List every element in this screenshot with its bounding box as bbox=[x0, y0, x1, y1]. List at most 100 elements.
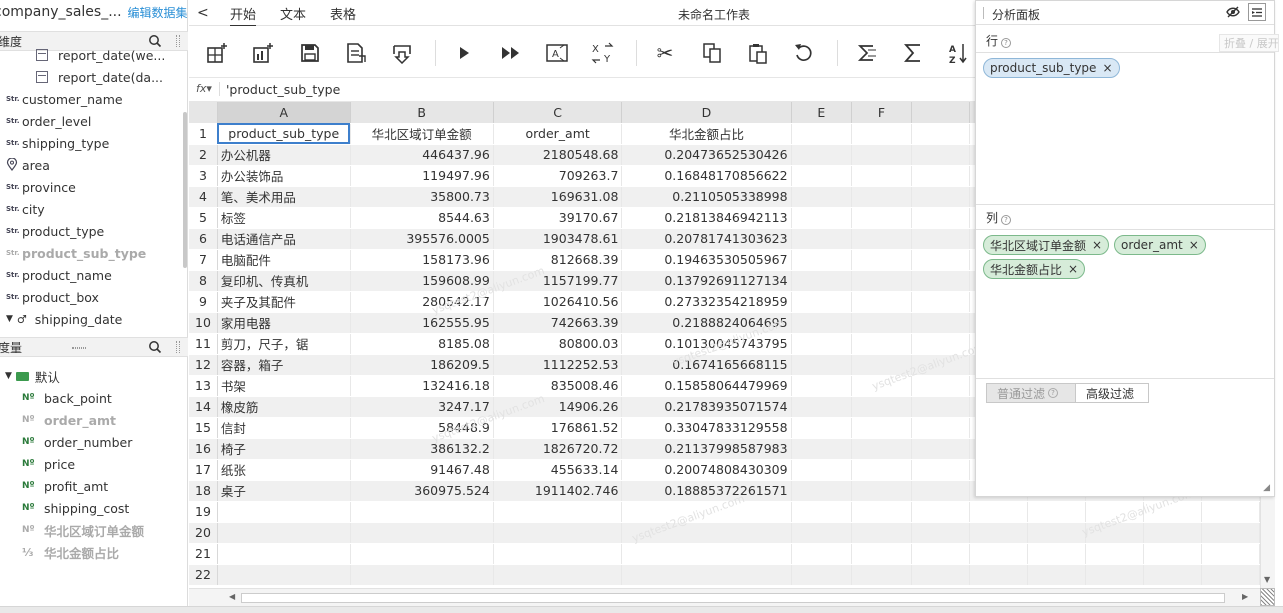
table-cell[interactable]: 电脑配件 bbox=[217, 249, 351, 271]
table-cell[interactable] bbox=[1085, 522, 1144, 544]
table-cell[interactable] bbox=[911, 144, 971, 166]
table-cell[interactable]: 159608.99 bbox=[350, 270, 494, 292]
row-header[interactable]: 4 bbox=[189, 186, 218, 208]
row-header[interactable]: 1 bbox=[189, 123, 218, 145]
tab-text[interactable]: 文本 bbox=[280, 4, 306, 23]
table-cell[interactable] bbox=[911, 438, 971, 460]
table-cell[interactable] bbox=[791, 312, 852, 334]
column-chip-north-region-order-amount[interactable]: 华北区域订单金额 × bbox=[983, 235, 1110, 255]
table-cell[interactable]: 835008.46 bbox=[493, 375, 623, 397]
table-cell[interactable]: 0.21813846942113 bbox=[621, 207, 792, 229]
table-cell[interactable] bbox=[851, 123, 913, 145]
row-header[interactable]: 3 bbox=[189, 165, 218, 187]
measure-item-north-region-order-amount[interactable]: Nº 华北区域订单金额 bbox=[0, 519, 186, 541]
table-cell[interactable]: 1826720.72 bbox=[493, 438, 623, 460]
column-chip-north-amount-ratio[interactable]: 华北金额占比 × bbox=[983, 259, 1086, 279]
table-cell[interactable]: 0.33047833129558 bbox=[621, 417, 792, 439]
normal-filter-tab[interactable]: 普通过滤? bbox=[986, 383, 1076, 403]
paste-icon[interactable] bbox=[745, 40, 771, 66]
table-cell[interactable] bbox=[851, 291, 913, 313]
row-header[interactable]: 7 bbox=[189, 249, 218, 271]
table-cell[interactable]: 办公装饰品 bbox=[217, 165, 351, 187]
grid-corner-icon[interactable] bbox=[1260, 588, 1275, 606]
date-field-item[interactable]: report_date(da... bbox=[0, 66, 186, 88]
table-cell[interactable] bbox=[1027, 522, 1086, 544]
table-cell[interactable] bbox=[851, 438, 913, 460]
table-cell[interactable] bbox=[350, 501, 494, 523]
table-cell[interactable] bbox=[791, 522, 852, 544]
row-chip-product-sub-type[interactable]: product_sub_type × bbox=[983, 58, 1120, 78]
table-cell[interactable] bbox=[851, 270, 913, 292]
table-cell[interactable] bbox=[791, 228, 852, 250]
table-cell[interactable] bbox=[851, 207, 913, 229]
table-cell[interactable]: 家用电器 bbox=[217, 312, 351, 334]
subtotal-icon[interactable] bbox=[854, 40, 880, 66]
table-cell[interactable] bbox=[791, 375, 852, 397]
tab-start[interactable]: 开始 bbox=[230, 4, 257, 27]
table-cell[interactable]: 0.20781741303623 bbox=[621, 228, 792, 250]
column-header[interactable] bbox=[911, 102, 971, 124]
table-cell[interactable] bbox=[969, 564, 1029, 586]
table-cell[interactable] bbox=[621, 501, 792, 523]
table-cell[interactable] bbox=[350, 543, 494, 565]
table-cell[interactable]: 电话通信产品 bbox=[217, 228, 351, 250]
dimension-item-product-type[interactable]: Str. product_type bbox=[0, 220, 186, 242]
measure-item-north-amount-ratio[interactable]: ⅓ 华北金额占比 bbox=[0, 541, 186, 563]
table-cell[interactable] bbox=[621, 564, 792, 586]
table-cell[interactable]: 华北区域订单金额 bbox=[350, 123, 494, 145]
remove-icon[interactable]: × bbox=[1092, 238, 1102, 252]
search-icon[interactable] bbox=[148, 340, 162, 354]
table-cell[interactable]: 1903478.61 bbox=[493, 228, 623, 250]
table-cell[interactable] bbox=[791, 186, 852, 208]
measure-item-price[interactable]: Nº price bbox=[0, 453, 186, 475]
column-header[interactable]: C bbox=[493, 102, 623, 124]
formula-input[interactable]: 'product_sub_type bbox=[226, 82, 340, 97]
table-cell[interactable]: 夹子及其配件 bbox=[217, 291, 351, 313]
table-cell[interactable] bbox=[493, 543, 623, 565]
table-cell[interactable]: 280542.17 bbox=[350, 291, 494, 313]
table-cell[interactable]: 信封 bbox=[217, 417, 351, 439]
table-cell[interactable] bbox=[350, 522, 494, 544]
measure-item-order-number[interactable]: Nº order_number bbox=[0, 431, 186, 453]
table-cell[interactable]: 0.16848170856622 bbox=[621, 165, 792, 187]
table-cell[interactable] bbox=[851, 501, 913, 523]
caret-down-icon[interactable]: ▼ bbox=[6, 314, 13, 324]
column-header[interactable]: D bbox=[621, 102, 792, 124]
table-cell[interactable]: 标签 bbox=[217, 207, 351, 229]
run-all-icon[interactable] bbox=[498, 40, 524, 66]
table-cell[interactable] bbox=[851, 375, 913, 397]
table-cell[interactable] bbox=[851, 186, 913, 208]
table-cell[interactable]: 3247.17 bbox=[350, 396, 494, 418]
table-cell[interactable] bbox=[621, 522, 792, 544]
table-cell[interactable]: 0.19463530505967 bbox=[621, 249, 792, 271]
dimension-item-city[interactable]: Str. city bbox=[0, 198, 186, 220]
table-cell[interactable]: 162555.95 bbox=[350, 312, 494, 334]
table-cell[interactable]: 0.2110505338998 bbox=[621, 186, 792, 208]
row-header[interactable]: 19 bbox=[189, 501, 218, 523]
table-cell[interactable] bbox=[911, 270, 971, 292]
table-cell[interactable] bbox=[493, 564, 623, 586]
remove-icon[interactable]: × bbox=[1102, 61, 1112, 75]
table-cell[interactable] bbox=[1085, 543, 1144, 565]
table-cell[interactable]: 复印机、传真机 bbox=[217, 270, 351, 292]
table-cell[interactable] bbox=[791, 480, 852, 502]
table-cell[interactable] bbox=[791, 459, 852, 481]
edit-dataset-link[interactable]: 编辑数据集 bbox=[128, 4, 187, 21]
dimension-item-order-level[interactable]: Str. order_level bbox=[0, 110, 186, 132]
measure-item-back-point[interactable]: Nº back_point bbox=[0, 387, 186, 409]
remove-icon[interactable]: × bbox=[1189, 238, 1199, 252]
measure-group-default[interactable]: ▼ 默认 bbox=[0, 365, 186, 387]
table-cell[interactable]: 橡皮筋 bbox=[217, 396, 351, 418]
dimension-hierarchy-shipping-date[interactable]: ▼ ♂ shipping_date bbox=[0, 308, 186, 330]
sort-az-icon[interactable]: AZ bbox=[946, 40, 972, 66]
table-cell[interactable] bbox=[1085, 501, 1144, 523]
table-cell[interactable] bbox=[911, 480, 971, 502]
table-cell[interactable]: 446437.96 bbox=[350, 144, 494, 166]
scroll-down-icon[interactable]: ▼ bbox=[1264, 575, 1270, 584]
dimension-item-product-name[interactable]: Str. product_name bbox=[0, 264, 186, 286]
table-cell[interactable] bbox=[851, 543, 913, 565]
table-cell[interactable] bbox=[911, 543, 971, 565]
cut-icon[interactable]: ✂ bbox=[652, 40, 678, 66]
table-cell[interactable]: 812668.39 bbox=[493, 249, 623, 271]
column-header[interactable]: A bbox=[217, 102, 351, 124]
